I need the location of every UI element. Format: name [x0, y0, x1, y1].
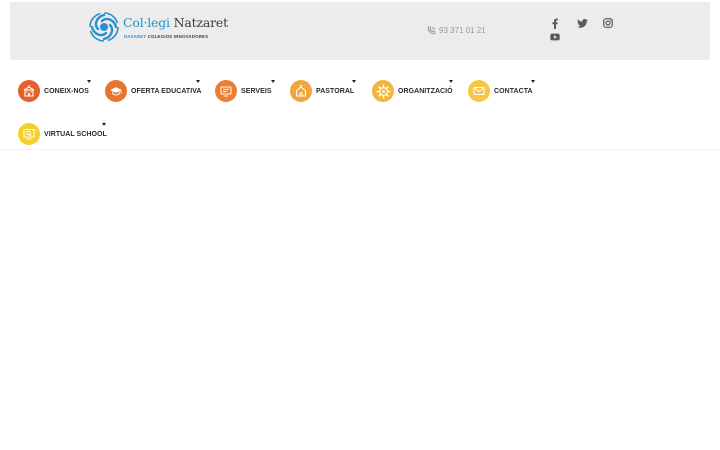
nav-label-pastoral: PASTORAL	[316, 87, 355, 95]
chevron-down-icon	[449, 80, 453, 83]
chevron-down-icon	[196, 80, 200, 83]
twitter-icon	[576, 18, 588, 28]
logo-tagline-part2: COLEGIOS INNOVADORES	[147, 34, 209, 39]
school-icon	[18, 80, 40, 102]
school-logo[interactable]: Col·legi Natzaret NAZARET COLEGIOS INNOV…	[88, 11, 228, 45]
facebook-link[interactable]	[548, 16, 562, 30]
chevron-down-icon	[102, 123, 106, 126]
logo-mark-icon	[89, 12, 119, 42]
youtube-link[interactable]	[548, 30, 562, 44]
nav-item-serveis[interactable]: SERVEIS	[215, 77, 275, 105]
logo-name-part2: Natzaret	[173, 15, 228, 30]
chevron-down-icon	[352, 80, 356, 83]
header-bar: Col·legi Natzaret NAZARET COLEGIOS INNOV…	[10, 2, 710, 60]
phone-contact[interactable]: 93 371 01 21	[427, 26, 486, 35]
nav-item-virtual-school[interactable]: VIRTUAL SCHOOL	[18, 120, 107, 148]
nav-label-oferta-educativa: OFERTA EDUCATIVA	[131, 87, 202, 95]
chevron-down-icon	[271, 80, 275, 83]
envelope-icon	[468, 80, 490, 102]
instagram-link[interactable]	[601, 16, 615, 30]
virtual-school-icon	[18, 123, 40, 145]
logo-tagline-part1: NAZARET	[124, 34, 147, 39]
chevron-down-icon	[87, 80, 91, 83]
header-divider	[0, 149, 720, 150]
screen-icon	[215, 80, 237, 102]
logo-tagline: NAZARET COLEGIOS INNOVADORES	[124, 34, 208, 39]
nav-label-coneix-nos: CONEIX-NOS	[44, 87, 89, 95]
cog-icon	[372, 80, 394, 102]
phone-number: 93 371 01 21	[439, 26, 486, 35]
youtube-icon	[550, 33, 560, 41]
facebook-icon	[552, 18, 558, 29]
nav-label-organitzacio: ORGANITZACIÓ	[398, 87, 453, 95]
instagram-icon	[603, 18, 613, 28]
nav-label-serveis: SERVEIS	[241, 87, 272, 95]
nav-item-organitzacio[interactable]: ORGANITZACIÓ	[372, 77, 453, 105]
nav-label-virtual-school: VIRTUAL SCHOOL	[44, 130, 107, 138]
logo-name: Col·legi Natzaret	[123, 15, 228, 30]
church-icon	[290, 80, 312, 102]
nav-item-contacta[interactable]: CONTACTA	[468, 77, 535, 105]
twitter-link[interactable]	[575, 16, 589, 30]
logo-name-part1: Col·legi	[123, 15, 170, 30]
chevron-down-icon	[531, 80, 535, 83]
nav-item-oferta-educativa[interactable]: OFERTA EDUCATIVA	[105, 77, 202, 105]
graduation-cap-icon	[105, 80, 127, 102]
nav-item-pastoral[interactable]: PASTORAL	[290, 77, 356, 105]
nav-label-contacta: CONTACTA	[494, 87, 533, 95]
phone-icon	[427, 26, 436, 35]
nav-item-coneix-nos[interactable]: CONEIX-NOS	[18, 77, 91, 105]
